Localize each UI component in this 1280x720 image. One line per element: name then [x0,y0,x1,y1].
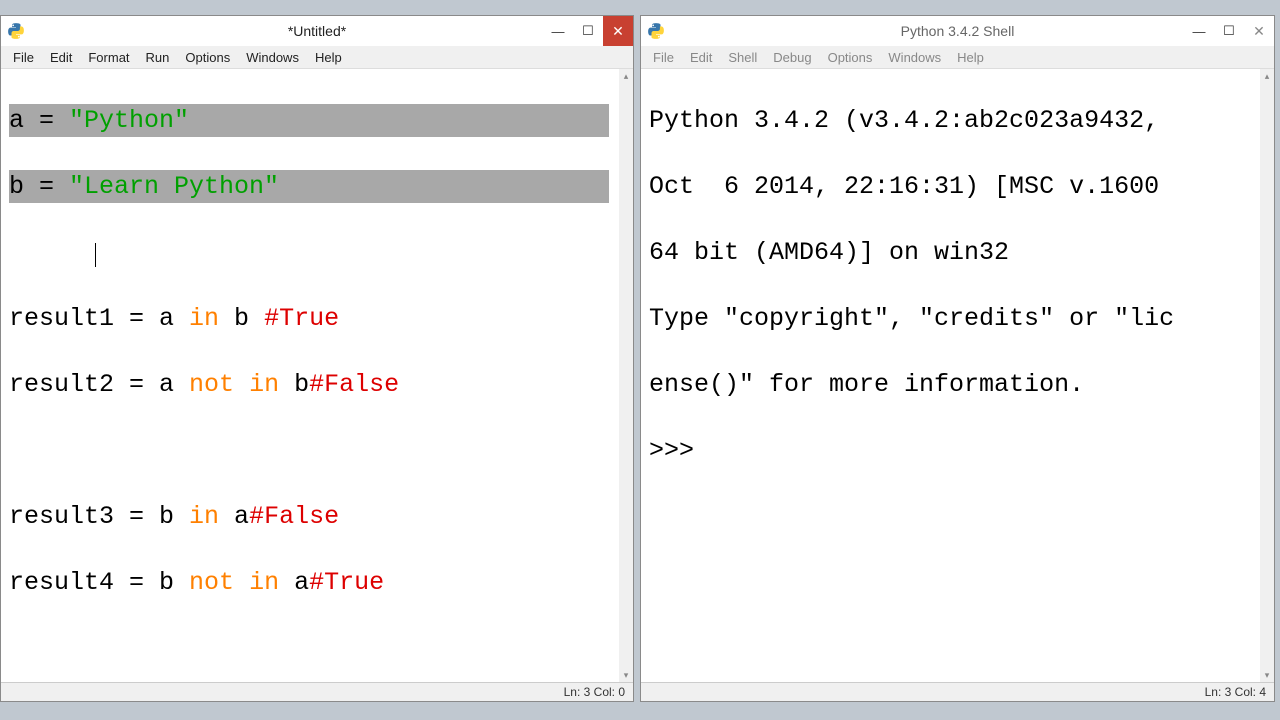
scroll-down-icon[interactable]: ▾ [1260,668,1274,682]
code-keyword: not [189,370,234,399]
code-text: result1 = a [9,304,189,333]
code-comment: #True [264,304,339,333]
code-text: b [219,304,264,333]
menu-shell[interactable]: Shell [720,48,765,67]
cursor-position: Ln: 3 Col: 4 [1205,685,1266,699]
code-string: "Learn Python" [69,172,279,201]
code-text: b [279,370,309,399]
menu-run[interactable]: Run [138,48,178,67]
text-cursor [95,243,96,267]
menu-file[interactable]: File [5,48,42,67]
code-text: result3 = b [9,502,189,531]
scrollbar[interactable]: ▴ ▾ [1260,69,1274,682]
menu-debug[interactable]: Debug [765,48,819,67]
code-comment: #False [249,502,339,531]
code-text [234,568,249,597]
code-text: a = [9,106,69,135]
code-keyword: in [189,304,219,333]
code-text: b = [9,172,69,201]
window-title: *Untitled* [1,23,633,39]
code-keyword: in [249,370,279,399]
menubar: File Edit Shell Debug Options Windows He… [641,46,1274,69]
shell-window: Python 3.4.2 Shell — ☐ ✕ File Edit Shell… [640,15,1275,702]
code-text: a [279,568,309,597]
menu-windows[interactable]: Windows [880,48,949,67]
menu-edit[interactable]: Edit [42,48,80,67]
scroll-down-icon[interactable]: ▾ [619,668,633,682]
shell-banner: Python 3.4.2 (v3.4.2:ab2c023a9432, [649,104,1252,137]
shell-output[interactable]: Python 3.4.2 (v3.4.2:ab2c023a9432, Oct 6… [641,69,1274,682]
code-comment: #False [309,370,399,399]
minimize-button[interactable]: — [1184,16,1214,46]
minimize-button[interactable]: — [543,16,573,46]
menu-options[interactable]: Options [177,48,238,67]
menu-help[interactable]: Help [949,48,992,67]
code-comment: #True [309,568,384,597]
code-editor[interactable]: a = "Python" b = "Learn Python" result1 … [1,69,633,682]
editor-window: *Untitled* — ☐ ✕ File Edit Format Run Op… [0,15,634,702]
titlebar[interactable]: Python 3.4.2 Shell — ☐ ✕ [641,16,1274,46]
statusbar: Ln: 3 Col: 4 [641,682,1274,701]
menu-help[interactable]: Help [307,48,350,67]
shell-banner: Type "copyright", "credits" or "lic [649,302,1252,335]
scroll-up-icon[interactable]: ▴ [1260,69,1274,83]
scroll-up-icon[interactable]: ▴ [619,69,633,83]
scrollbar[interactable]: ▴ ▾ [619,69,633,682]
menu-file[interactable]: File [645,48,682,67]
shell-banner: ense()" for more information. [649,368,1252,401]
code-text [234,370,249,399]
shell-prompt: >>> [649,436,709,465]
menu-options[interactable]: Options [820,48,881,67]
code-text: result4 = b [9,568,189,597]
code-keyword: not [189,568,234,597]
close-button[interactable]: ✕ [603,16,633,46]
shell-banner: Oct 6 2014, 22:16:31) [MSC v.1600 [649,170,1252,203]
close-button[interactable]: ✕ [1244,16,1274,46]
menu-edit[interactable]: Edit [682,48,720,67]
menu-format[interactable]: Format [80,48,137,67]
code-keyword: in [249,568,279,597]
code-text: a [219,502,249,531]
maximize-button[interactable]: ☐ [1214,16,1244,46]
code-string: "Python" [69,106,189,135]
titlebar[interactable]: *Untitled* — ☐ ✕ [1,16,633,46]
statusbar: Ln: 3 Col: 0 [1,682,633,701]
cursor-position: Ln: 3 Col: 0 [564,685,625,699]
menubar: File Edit Format Run Options Windows Hel… [1,46,633,69]
window-title: Python 3.4.2 Shell [641,23,1274,39]
menu-windows[interactable]: Windows [238,48,307,67]
shell-banner: 64 bit (AMD64)] on win32 [649,236,1252,269]
code-text: result2 = a [9,370,189,399]
code-keyword: in [189,502,219,531]
maximize-button[interactable]: ☐ [573,16,603,46]
